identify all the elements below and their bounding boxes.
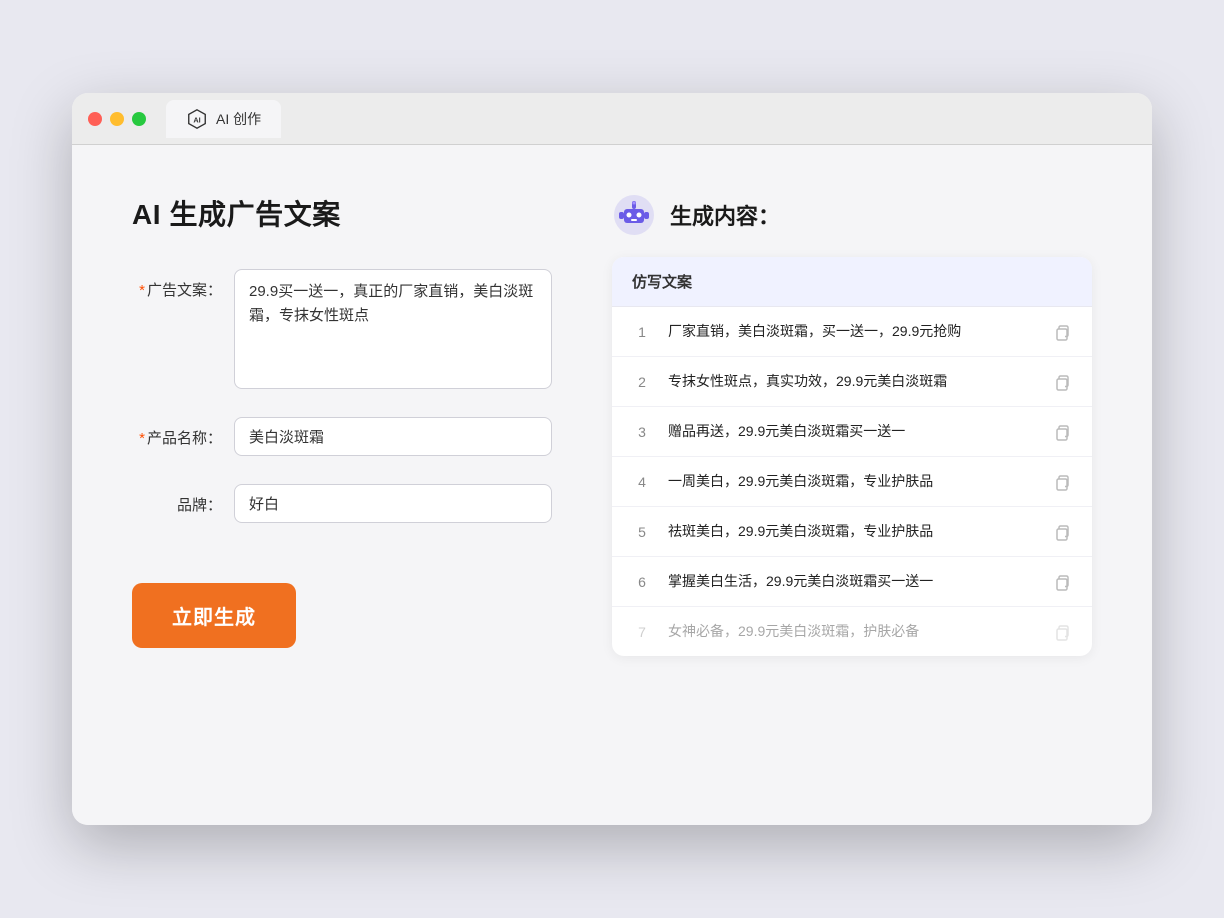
product-name-input[interactable]: 美白淡斑霜: [234, 417, 552, 456]
generate-button[interactable]: 立即生成: [132, 583, 296, 648]
row-text: 掌握美白生活，29.9元美白淡斑霜买一送一: [668, 571, 1036, 592]
table-row: 5 祛斑美白，29.9元美白淡斑霜，专业护肤品: [612, 507, 1092, 557]
row-text: 一周美白，29.9元美白淡斑霜，专业护肤品: [668, 471, 1036, 492]
product-name-label: *产品名称：: [132, 417, 222, 448]
maximize-button[interactable]: [132, 112, 146, 126]
copy-icon[interactable]: [1052, 522, 1072, 542]
result-table: 仿写文案 1 厂家直销，美白淡斑霜，买一送一，29.9元抢购 2 专抹女性斑点，…: [612, 257, 1092, 656]
tab-label: AI 创作: [216, 109, 261, 129]
row-text: 祛斑美白，29.9元美白淡斑霜，专业护肤品: [668, 521, 1036, 542]
page-title: AI 生成广告文案: [132, 193, 552, 233]
row-text: 厂家直销，美白淡斑霜，买一送一，29.9元抢购: [668, 321, 1036, 342]
row-number: 4: [632, 474, 652, 490]
copy-icon[interactable]: [1052, 622, 1072, 642]
ad-copy-input[interactable]: 29.9买一送一，真正的厂家直销，美白淡斑霜，专抹女性斑点: [234, 269, 552, 389]
table-row: 7 女神必备，29.9元美白淡斑霜，护肤必备: [612, 607, 1092, 656]
left-panel: AI 生成广告文案 *广告文案： 29.9买一送一，真正的厂家直销，美白淡斑霜，…: [132, 193, 552, 777]
browser-content: AI 生成广告文案 *广告文案： 29.9买一送一，真正的厂家直销，美白淡斑霜，…: [72, 145, 1152, 825]
ai-tab-icon: AI: [186, 108, 208, 130]
close-button[interactable]: [88, 112, 102, 126]
result-rows-container: 1 厂家直销，美白淡斑霜，买一送一，29.9元抢购 2 专抹女性斑点，真实功效，…: [612, 307, 1092, 656]
copy-icon[interactable]: [1052, 322, 1072, 342]
copy-icon[interactable]: [1052, 372, 1072, 392]
brand-group: 品牌： 好白: [132, 484, 552, 523]
svg-text:AI: AI: [193, 115, 200, 124]
brand-input[interactable]: 好白: [234, 484, 552, 523]
row-text: 专抹女性斑点，真实功效，29.9元美白淡斑霜: [668, 371, 1036, 392]
browser-window: AI AI 创作 AI 生成广告文案 *广告文案： 29.9买一送一，真正的厂家…: [72, 93, 1152, 825]
table-row: 1 厂家直销，美白淡斑霜，买一送一，29.9元抢购: [612, 307, 1092, 357]
table-row: 3 赠品再送，29.9元美白淡斑霜买一送一: [612, 407, 1092, 457]
row-number: 5: [632, 524, 652, 540]
brand-label: 品牌：: [132, 484, 222, 515]
copy-icon[interactable]: [1052, 572, 1072, 592]
product-name-required: *: [139, 430, 145, 447]
row-text: 赠品再送，29.9元美白淡斑霜买一送一: [668, 421, 1036, 442]
row-number: 1: [632, 324, 652, 340]
result-header: 生成内容：: [612, 193, 1092, 237]
row-number: 2: [632, 374, 652, 390]
result-title: 生成内容：: [670, 199, 780, 231]
copy-icon[interactable]: [1052, 422, 1072, 442]
right-panel: 生成内容： 仿写文案 1 厂家直销，美白淡斑霜，买一送一，29.9元抢购 2 专…: [612, 193, 1092, 777]
table-row: 4 一周美白，29.9元美白淡斑霜，专业护肤品: [612, 457, 1092, 507]
row-number: 6: [632, 574, 652, 590]
row-number: 3: [632, 424, 652, 440]
product-name-group: *产品名称： 美白淡斑霜: [132, 417, 552, 456]
minimize-button[interactable]: [110, 112, 124, 126]
ad-copy-label: *广告文案：: [132, 269, 222, 300]
ad-copy-required: *: [139, 282, 145, 299]
table-row: 6 掌握美白生活，29.9元美白淡斑霜买一送一: [612, 557, 1092, 607]
table-row: 2 专抹女性斑点，真实功效，29.9元美白淡斑霜: [612, 357, 1092, 407]
browser-tab[interactable]: AI AI 创作: [166, 100, 281, 138]
browser-titlebar: AI AI 创作: [72, 93, 1152, 145]
robot-icon: [612, 193, 656, 237]
traffic-lights: [88, 112, 146, 126]
row-number: 7: [632, 624, 652, 640]
result-table-header: 仿写文案: [612, 257, 1092, 307]
row-text: 女神必备，29.9元美白淡斑霜，护肤必备: [668, 621, 1036, 642]
copy-icon[interactable]: [1052, 472, 1072, 492]
ad-copy-group: *广告文案： 29.9买一送一，真正的厂家直销，美白淡斑霜，专抹女性斑点: [132, 269, 552, 389]
